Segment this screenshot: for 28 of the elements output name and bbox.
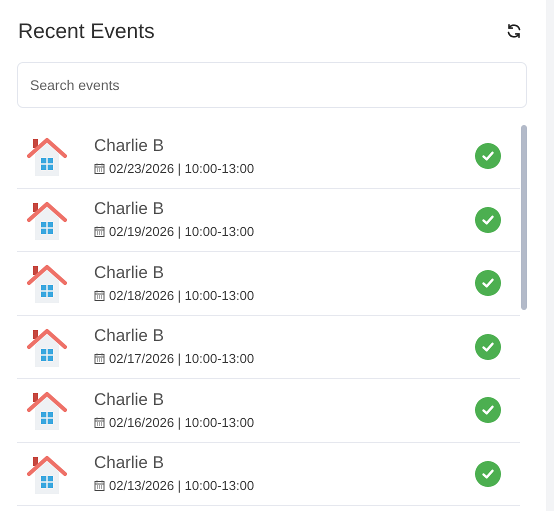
house-icon: [26, 264, 68, 304]
event-date: 02/18/2026 | 10:00-13:00: [109, 286, 254, 305]
house-icon: [26, 200, 68, 241]
event-name: Charlie B: [94, 134, 165, 156]
calendar-icon: [94, 162, 105, 174]
refresh-icon[interactable]: [506, 23, 522, 39]
search-field[interactable]: Search events: [17, 62, 527, 108]
calendar-icon: [94, 416, 105, 428]
event-date: 02/17/2026 | 10:00-13:00: [109, 350, 254, 368]
house-icon: [26, 454, 68, 495]
house-icon: [26, 328, 68, 368]
event-date: 02/16/2026 | 10:00-13:00: [109, 414, 254, 432]
event-name: Charlie B: [94, 262, 165, 284]
calendar-icon: [94, 480, 105, 492]
event-name: Charlie B: [94, 325, 165, 347]
calendar-icon: [94, 290, 105, 301]
event-date: 02/13/2026 | 10:00-13:00: [109, 477, 254, 495]
event-name: Charlie B: [94, 388, 165, 410]
event-date: 02/19/2026 | 10:00-13:00: [109, 223, 254, 241]
event-name: Charlie B: [94, 198, 165, 220]
calendar-icon: [94, 353, 105, 364]
event-name: Charlie B: [94, 452, 165, 474]
house-icon: [26, 391, 68, 432]
event-date: 02/23/2026 | 10:00-13:00: [109, 160, 254, 178]
panel-title: Recent Events: [18, 18, 155, 45]
scrollbar[interactable]: [521, 125, 527, 310]
calendar-icon: [94, 226, 105, 238]
house-icon: [26, 137, 68, 178]
